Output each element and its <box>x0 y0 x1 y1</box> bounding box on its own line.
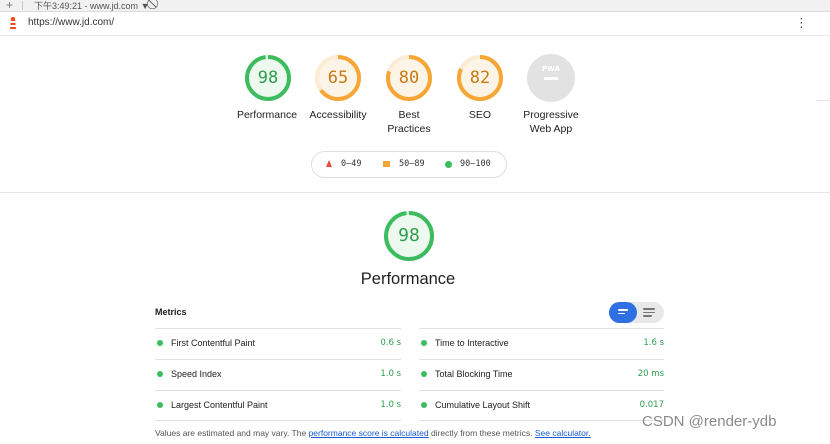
top-strip: + 下午3:49:21 - www.jd.com ▼ ⃠ <box>0 0 830 12</box>
metric-row: Speed Index 1.0 s <box>155 368 401 380</box>
footnote-text: directly from these metrics. <box>428 428 535 438</box>
metric-name: Cumulative Layout Shift <box>435 400 531 410</box>
legend-average-range: 50–89 <box>399 159 425 169</box>
metric-value: 1.6 s <box>643 338 664 348</box>
footnote-text: Values are estimated and may vary. The <box>155 428 309 438</box>
report-selector-label: 下午3:49:21 - www.jd.com <box>34 1 139 11</box>
metric-value: 1.0 s <box>380 400 401 410</box>
gauge-best-practices[interactable]: 80 <box>383 52 435 104</box>
pass-circle-icon <box>421 402 427 408</box>
lines-icon <box>618 309 628 316</box>
legend-fail-range: 0–49 <box>341 159 362 169</box>
gauge-label-line: Web App <box>529 123 573 135</box>
more-menu-icon[interactable]: ⋮ <box>795 15 808 31</box>
metric-row: First Contentful Paint 0.6 s <box>155 337 401 349</box>
expanded-view-icon[interactable] <box>643 308 655 319</box>
gauge-label: Progressive Web App <box>509 108 593 136</box>
pwa-badge-text: PWA <box>542 65 561 73</box>
edge-divider <box>816 100 830 101</box>
metric-divider <box>419 328 664 329</box>
gauge-score: 82 <box>469 68 491 88</box>
metric-divider <box>419 420 664 421</box>
pass-circle-icon <box>157 340 163 346</box>
metric-row: Largest Contentful Paint 1.0 s <box>155 399 401 411</box>
metric-value: 0.017 <box>639 400 664 410</box>
gauge-seo[interactable]: 82 <box>454 52 506 104</box>
pwa-badge-icon: PWA <box>527 54 575 102</box>
performance-title: Performance <box>360 270 456 288</box>
metric-value: 1.0 s <box>380 369 401 379</box>
metric-name: First Contentful Paint <box>171 338 256 348</box>
metric-value: 0.6 s <box>380 338 401 348</box>
score-calculation-link[interactable]: performance score is calculated <box>309 428 429 438</box>
metrics-view-toggle[interactable] <box>609 302 664 323</box>
report-selector[interactable]: 下午3:49:21 - www.jd.com ▼ <box>34 0 149 12</box>
add-icon[interactable]: + <box>6 0 13 12</box>
metric-row: Total Blocking Time 20 ms <box>419 368 664 380</box>
metric-divider <box>155 328 401 329</box>
gauge-score: 65 <box>327 68 349 88</box>
metric-divider <box>155 359 401 360</box>
average-square-icon <box>383 161 390 167</box>
pass-circle-icon <box>157 371 163 377</box>
gauge-pwa[interactable]: PWA <box>525 52 577 104</box>
url-bar: https://www.jd.com/ ⋮ <box>0 12 830 36</box>
metric-divider <box>419 390 664 391</box>
divider <box>22 1 23 10</box>
fail-triangle-icon <box>326 160 332 167</box>
metric-divider <box>155 420 401 421</box>
gauge-label-line: Practices <box>387 123 431 135</box>
gauge-performance[interactable]: 98 <box>242 52 294 104</box>
metrics-heading: Metrics <box>155 307 187 317</box>
metric-name: Time to Interactive <box>435 338 509 348</box>
metric-row: Cumulative Layout Shift 0.017 <box>419 399 664 411</box>
metric-name: Largest Contentful Paint <box>171 400 268 410</box>
metric-name: Speed Index <box>171 369 222 379</box>
legend-pass-range: 90–100 <box>460 159 491 169</box>
calculator-link[interactable]: See calculator. <box>535 428 591 438</box>
metric-row: Time to Interactive 1.6 s <box>419 337 664 349</box>
metric-name: Total Blocking Time <box>435 369 513 379</box>
gauge-score: 98 <box>398 225 420 246</box>
compact-view-button[interactable] <box>609 302 637 323</box>
pass-circle-icon <box>445 161 452 168</box>
metric-divider <box>155 390 401 391</box>
gauge-score: 80 <box>398 68 420 88</box>
report-url[interactable]: https://www.jd.com/ <box>28 17 114 28</box>
metric-divider <box>419 359 664 360</box>
gauge-label-line: Progressive <box>523 109 579 121</box>
performance-gauge: 98 <box>381 208 437 264</box>
watermark: CSDN @render-ydb <box>642 413 777 430</box>
pass-circle-icon <box>421 371 427 377</box>
chevron-down-icon: ▼ <box>140 1 150 11</box>
section-divider <box>0 192 830 193</box>
metrics-footnote: Values are estimated and may vary. The p… <box>155 428 591 438</box>
pass-circle-icon <box>421 340 427 346</box>
metric-value: 20 ms <box>637 369 664 379</box>
pass-circle-icon <box>157 402 163 408</box>
gauge-accessibility[interactable]: 65 <box>312 52 364 104</box>
lighthouse-icon <box>10 17 16 29</box>
gauge-score: 98 <box>257 68 279 88</box>
